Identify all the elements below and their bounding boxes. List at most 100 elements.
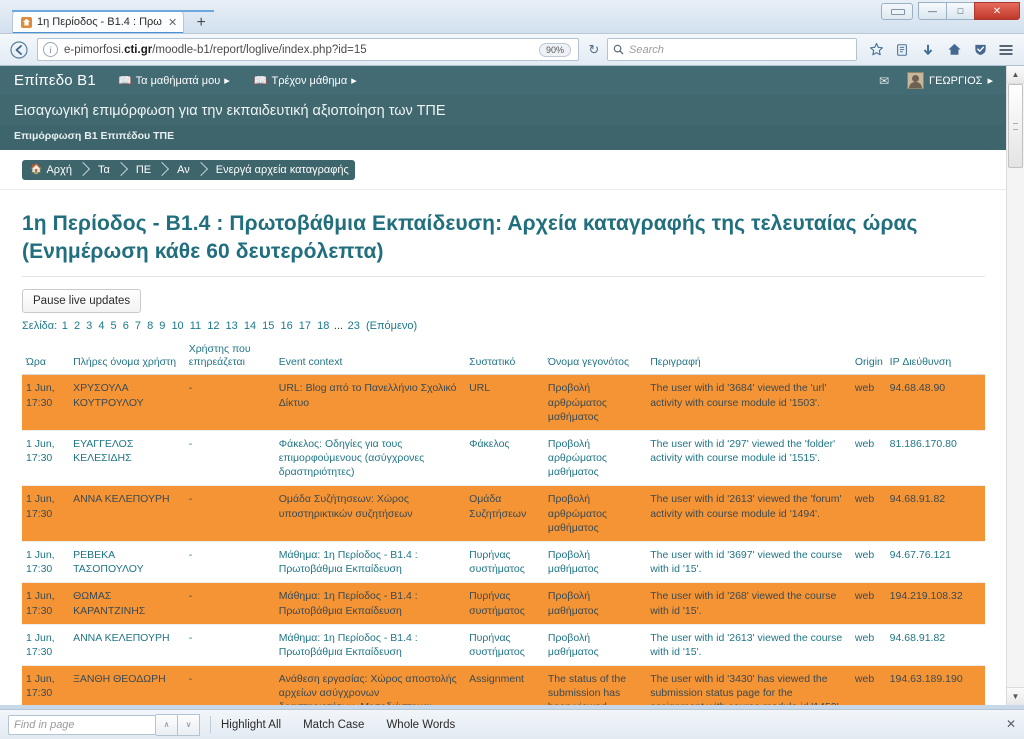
cell-event-context[interactable]: Μάθημα: 1η Περίοδος - Β1.4 : Πρωτοβάθμια… xyxy=(274,624,466,667)
cell-ip: 194.63.189.190 xyxy=(885,665,985,705)
toolbar-icon-group xyxy=(864,38,1018,62)
pagination-page-13[interactable]: 13 xyxy=(226,320,238,332)
cell-time: 1 Jun, 17:30 xyxy=(22,485,70,542)
cell-fullname[interactable]: ΞΑΝΘΗ ΘΕΟΔΩΡΗ xyxy=(69,665,185,705)
pagination-page-4[interactable]: 4 xyxy=(98,320,104,332)
pagination-page-5[interactable]: 5 xyxy=(111,320,117,332)
column-header-affected-user[interactable]: Χρήστης που επηρεάζεται xyxy=(184,341,275,376)
pagination-page-18[interactable]: 18 xyxy=(317,320,329,332)
close-find-bar-button[interactable]: ✕ xyxy=(1006,717,1016,731)
cell-event-context[interactable]: Μάθημα: 1η Περίοδος - Β1.4 : Πρωτοβάθμια… xyxy=(274,582,466,625)
breadcrumb-item-1[interactable]: Τα xyxy=(90,160,116,180)
cell-description: The user with id '3430' has viewed the s… xyxy=(646,665,851,705)
cell-description: The user with id '3697' viewed the cours… xyxy=(646,541,851,584)
cell-event-context[interactable]: Ανάθεση εργασίας: Χώρος αποστολής αρχείω… xyxy=(274,665,466,705)
pagination-page-14[interactable]: 14 xyxy=(244,320,256,332)
pagination-page-7[interactable]: 7 xyxy=(135,320,141,332)
cell-event-context[interactable]: URL: Blog από το Πανελλήνιο Σχολικό Δίκτ… xyxy=(274,374,466,431)
column-header-component[interactable]: Συστατικό xyxy=(465,341,544,376)
site-brand[interactable]: Επίπεδο Β1 xyxy=(14,72,96,89)
scrollbar-thumb[interactable] xyxy=(1008,84,1023,168)
pause-live-updates-button[interactable]: Pause live updates xyxy=(22,289,142,314)
breadcrumb-item-home[interactable]: 🏠 Αρχή xyxy=(22,160,78,180)
back-button[interactable] xyxy=(6,38,32,62)
zoom-level-indicator[interactable]: 90% xyxy=(538,42,571,57)
pagination-next[interactable]: (Επόμενο) xyxy=(366,320,417,332)
cell-fullname[interactable]: ΡΕΒΕΚΑ ΤΑΣΟΠΟΥΛΟΥ xyxy=(69,541,185,584)
breadcrumb-item-home-label: Αρχή xyxy=(46,163,72,176)
find-previous-button[interactable]: ∧ xyxy=(156,713,178,736)
cell-fullname[interactable]: ΕΥΑΓΓΕΛΟΣ ΚΕΛΕΣΙΔΗΣ xyxy=(69,430,185,487)
column-header-event-name[interactable]: Όνομα γεγονότος xyxy=(543,341,647,376)
cell-fullname[interactable]: ΑΝΝΑ ΚΕΛΕΠΟΥΡΗ xyxy=(69,485,185,542)
pagination-page-11[interactable]: 11 xyxy=(190,320,201,332)
search-bar[interactable]: Search xyxy=(607,38,857,61)
nav-item-current-course[interactable]: 📖 Τρέχον μάθημα ▸ xyxy=(254,74,357,88)
restore-group-icon[interactable] xyxy=(881,2,913,20)
pagination-page-9[interactable]: 9 xyxy=(159,320,165,332)
breadcrumb-item-3[interactable]: Αν xyxy=(169,160,196,180)
site-info-icon[interactable]: i xyxy=(43,42,58,57)
column-header-description[interactable]: Περιγραφή xyxy=(646,341,851,376)
cell-component: Ομάδα Συζητήσεων xyxy=(465,485,544,542)
chevron-right-icon: ▸ xyxy=(224,75,230,87)
find-next-button[interactable]: ∨ xyxy=(178,713,200,736)
maximize-button[interactable]: □ xyxy=(946,2,975,20)
cell-fullname[interactable]: ΑΝΝΑ ΚΕΛΕΠΟΥΡΗ xyxy=(69,624,185,667)
pagination-page-15[interactable]: 15 xyxy=(262,320,274,332)
reload-button[interactable]: ↻ xyxy=(584,40,604,60)
cell-fullname[interactable]: ΘΩΜΑΣ ΚΑΡΑΝΤΖΙΝΗΣ xyxy=(69,582,185,625)
cell-event-context[interactable]: Μάθημα: 1η Περίοδος - Β1.4 : Πρωτοβάθμια… xyxy=(274,541,466,584)
cell-fullname[interactable]: ΧΡΥΣΟΥΛΑ ΚΟΥΤΡΟΥΛΟΥ xyxy=(69,374,185,431)
page-scrollbar[interactable]: ▲ ▼ xyxy=(1006,66,1024,705)
column-header-ip[interactable]: IP Διεύθυνση xyxy=(885,341,985,376)
home-icon[interactable] xyxy=(942,38,966,62)
whole-words-option[interactable]: Whole Words xyxy=(386,719,455,731)
highlight-all-option[interactable]: Highlight All xyxy=(221,719,281,731)
pagination-page-8[interactable]: 8 xyxy=(147,320,153,332)
pagination-page-6[interactable]: 6 xyxy=(123,320,129,332)
chevron-right-icon: ▸ xyxy=(987,75,993,87)
cell-description: The user with id '2613' viewed the cours… xyxy=(646,624,851,667)
find-input[interactable]: Find in page xyxy=(8,714,156,735)
url-bar[interactable]: i e-pimorfosi.cti.gr/moodle-b1/report/lo… xyxy=(37,38,579,61)
pagination-page-12[interactable]: 12 xyxy=(207,320,219,332)
close-tab-icon[interactable]: ✕ xyxy=(168,16,177,29)
cell-event-name: Προβολή αρθρώματος μαθήματος xyxy=(543,374,647,431)
nav-item-my-courses[interactable]: 📖 Τα μαθήματά μου ▸ xyxy=(118,74,230,88)
envelope-icon[interactable]: ✉ xyxy=(879,74,889,88)
column-header-time[interactable]: Ώρα xyxy=(22,341,70,376)
pagination-page-17[interactable]: 17 xyxy=(299,320,311,332)
cell-event-context[interactable]: Ομάδα Συζήτησεων: Χώρος υποστηρικτικών σ… xyxy=(274,485,466,542)
column-header-event-context[interactable]: Event context xyxy=(274,341,466,376)
scroll-down-arrow-icon[interactable]: ▼ xyxy=(1007,687,1024,705)
minimize-button[interactable]: — xyxy=(918,2,947,20)
downloads-icon[interactable] xyxy=(916,38,940,62)
library-icon[interactable] xyxy=(890,38,914,62)
shield-icon[interactable] xyxy=(968,38,992,62)
cell-event-name: Προβολή αρθρώματος μαθήματος xyxy=(543,430,647,487)
cell-event-context[interactable]: Φάκελος: Οδηγίες για τους επιμορφούμενου… xyxy=(274,430,466,487)
browser-tab[interactable]: 1η Περίοδος - Β1.4 : Πρωτο ✕ xyxy=(12,10,215,33)
new-tab-button[interactable]: + xyxy=(188,13,214,33)
match-case-option[interactable]: Match Case xyxy=(303,719,364,731)
cell-event-name: Προβολή μαθήματος xyxy=(543,582,647,625)
close-window-button[interactable]: ✕ xyxy=(974,2,1020,20)
pagination-page-last[interactable]: 23 xyxy=(348,320,360,332)
column-header-origin[interactable]: Origin xyxy=(850,341,886,376)
pagination-page-3[interactable]: 3 xyxy=(86,320,92,332)
main-content: 1η Περίοδος - Β1.4 : Πρωτοβάθμια Εκπαίδε… xyxy=(0,190,1007,705)
bookmark-star-icon[interactable] xyxy=(864,38,888,62)
pagination-label: Σελίδα: xyxy=(22,320,58,333)
pagination-page-16[interactable]: 16 xyxy=(280,320,292,332)
scroll-up-arrow-icon[interactable]: ▲ xyxy=(1007,66,1024,84)
cell-origin: web xyxy=(850,541,886,584)
pagination-page-1[interactable]: 1 xyxy=(62,320,68,332)
column-header-fullname[interactable]: Πλήρες όνομα χρήστη xyxy=(69,341,185,376)
menu-icon[interactable] xyxy=(994,38,1018,62)
user-menu[interactable]: ΓΕΩΡΓΙΟΣ ▸ xyxy=(907,72,993,89)
pagination-page-2[interactable]: 2 xyxy=(74,320,80,332)
breadcrumb-item-2[interactable]: ΠΕ xyxy=(128,160,157,180)
cell-component: Assignment xyxy=(465,665,544,705)
pagination-page-10[interactable]: 10 xyxy=(171,320,183,332)
